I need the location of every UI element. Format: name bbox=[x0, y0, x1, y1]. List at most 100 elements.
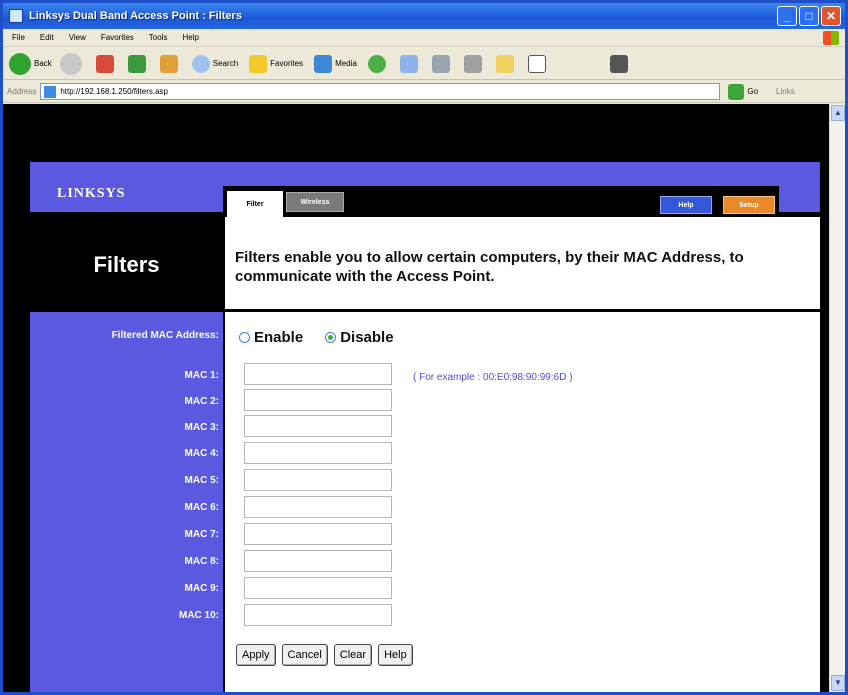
messenger-button[interactable] bbox=[607, 54, 631, 73]
mac-4-input[interactable] bbox=[244, 442, 392, 464]
back-label: Back bbox=[34, 59, 52, 68]
media-label: Media bbox=[335, 59, 357, 68]
menu-view[interactable]: View bbox=[69, 33, 86, 42]
ie-icon bbox=[9, 9, 23, 23]
enable-radio[interactable] bbox=[239, 332, 250, 343]
edit-icon bbox=[463, 54, 482, 73]
page-viewport: LINKSYS Filter Wireless Help Setup Filte… bbox=[3, 104, 829, 692]
mac-7-input[interactable] bbox=[244, 523, 392, 545]
stop-icon bbox=[95, 54, 114, 73]
mac-label: MAC 10: bbox=[178, 610, 219, 621]
menu-file[interactable]: File bbox=[12, 33, 25, 42]
research-button[interactable] bbox=[525, 54, 549, 73]
page-description: Filters enable you to allow certain comp… bbox=[235, 249, 744, 285]
forward-arrow-icon bbox=[59, 52, 82, 75]
mail-button[interactable] bbox=[397, 54, 421, 73]
page-icon bbox=[527, 54, 546, 73]
maximize-button[interactable]: □ bbox=[799, 6, 819, 26]
mac-label: MAC 5: bbox=[184, 475, 219, 486]
close-button[interactable]: ✕ bbox=[821, 6, 841, 26]
history-icon bbox=[367, 54, 386, 73]
refresh-button[interactable] bbox=[125, 54, 149, 73]
search-button[interactable]: Search bbox=[189, 54, 238, 73]
vertical-scrollbar[interactable]: ▲ ▼ bbox=[829, 104, 845, 692]
menu-help[interactable]: Help bbox=[182, 33, 198, 42]
address-bar: Address http://192.168.1.250/filters.asp… bbox=[3, 81, 845, 103]
mac-label: MAC 4: bbox=[184, 448, 219, 459]
address-input[interactable]: http://192.168.1.250/filters.asp bbox=[40, 83, 721, 100]
mac-label: MAC 8: bbox=[184, 556, 219, 567]
print-button[interactable] bbox=[429, 54, 453, 73]
scroll-up-icon[interactable]: ▲ bbox=[831, 105, 845, 121]
mac-2-input[interactable] bbox=[244, 389, 392, 411]
search-icon bbox=[191, 54, 210, 73]
go-label: Go bbox=[747, 87, 759, 96]
mac-3-input[interactable] bbox=[244, 415, 392, 437]
edit-button[interactable] bbox=[461, 54, 485, 73]
mac-label: MAC 7: bbox=[184, 529, 219, 540]
go-button[interactable]: Go bbox=[728, 83, 759, 100]
mac-8-input[interactable] bbox=[244, 550, 392, 572]
mail-icon bbox=[399, 54, 418, 73]
address-label: Address bbox=[7, 87, 37, 96]
back-arrow-icon bbox=[9, 52, 31, 75]
folder-button[interactable] bbox=[493, 54, 517, 73]
menu-edit[interactable]: Edit bbox=[40, 33, 54, 42]
mac-10-input[interactable] bbox=[244, 604, 392, 626]
menu-tools[interactable]: Tools bbox=[149, 33, 168, 42]
scroll-down-icon[interactable]: ▼ bbox=[831, 675, 845, 691]
mac-6-input[interactable] bbox=[244, 496, 392, 518]
mac-label: MAC 9: bbox=[184, 583, 219, 594]
go-arrow-icon bbox=[728, 83, 745, 100]
apply-button[interactable]: Apply bbox=[236, 644, 276, 666]
window-title: Linksys Dual Band Access Point : Filters bbox=[29, 10, 242, 22]
browser-window: Linksys Dual Band Access Point : Filters… bbox=[0, 0, 848, 695]
mac-example-hint: ( For example : 00:E0:98:90:99:6D ) bbox=[413, 372, 573, 383]
title-bar: Linksys Dual Band Access Point : Filters… bbox=[3, 3, 845, 29]
favorites-label: Favorites bbox=[270, 59, 304, 68]
refresh-icon bbox=[127, 54, 146, 73]
help-button[interactable]: Help bbox=[378, 644, 413, 666]
clear-button[interactable]: Clear bbox=[333, 644, 373, 666]
history-button[interactable] bbox=[365, 54, 389, 73]
action-buttons: Apply Cancel Clear Help bbox=[236, 644, 413, 666]
mac-label: MAC 6: bbox=[184, 502, 219, 513]
back-button[interactable]: Back bbox=[9, 52, 52, 75]
enable-label: Enable bbox=[254, 329, 304, 346]
toolbar: Back Search Favorites Media bbox=[3, 48, 845, 80]
stop-button[interactable] bbox=[93, 54, 117, 73]
media-button[interactable]: Media bbox=[311, 54, 357, 73]
page-icon bbox=[44, 85, 57, 98]
favorites-button[interactable]: Favorites bbox=[246, 54, 304, 73]
address-url: http://192.168.1.250/filters.asp bbox=[60, 87, 168, 96]
messenger-icon bbox=[609, 54, 628, 73]
star-icon bbox=[249, 54, 268, 73]
disable-label: Disable bbox=[340, 329, 394, 346]
filter-radio-group: Enable Disable bbox=[239, 329, 394, 346]
menu-bar: File Edit View Favorites Tools Help bbox=[3, 29, 845, 47]
links-label[interactable]: Links bbox=[776, 87, 795, 96]
windows-logo-icon bbox=[823, 31, 839, 45]
filtered-mac-label: Filtered MAC Address: bbox=[111, 330, 219, 341]
page-title: Filters bbox=[93, 252, 160, 277]
setup-nav-button[interactable]: Setup bbox=[723, 196, 775, 214]
mac-label: MAC 2: bbox=[184, 396, 219, 407]
tab-filter[interactable]: Filter bbox=[227, 191, 283, 217]
disable-radio[interactable] bbox=[325, 332, 337, 343]
menu-favorites[interactable]: Favorites bbox=[101, 33, 134, 42]
home-button[interactable] bbox=[157, 54, 181, 73]
mac-5-input[interactable] bbox=[244, 469, 392, 491]
folder-icon bbox=[495, 54, 514, 73]
linksys-logo: LINKSYS bbox=[57, 186, 126, 201]
mac-1-input[interactable] bbox=[244, 363, 392, 385]
minimize-button[interactable]: _ bbox=[777, 6, 797, 26]
mac-9-input[interactable] bbox=[244, 577, 392, 599]
media-icon bbox=[314, 54, 333, 73]
forward-button[interactable] bbox=[59, 52, 85, 75]
mac-label: MAC 3: bbox=[184, 422, 219, 433]
tab-wireless[interactable]: Wireless bbox=[286, 192, 344, 212]
print-icon bbox=[431, 54, 450, 73]
mac-label: MAC 1: bbox=[184, 370, 219, 381]
cancel-button[interactable]: Cancel bbox=[281, 644, 328, 666]
help-nav-button[interactable]: Help bbox=[660, 196, 712, 214]
